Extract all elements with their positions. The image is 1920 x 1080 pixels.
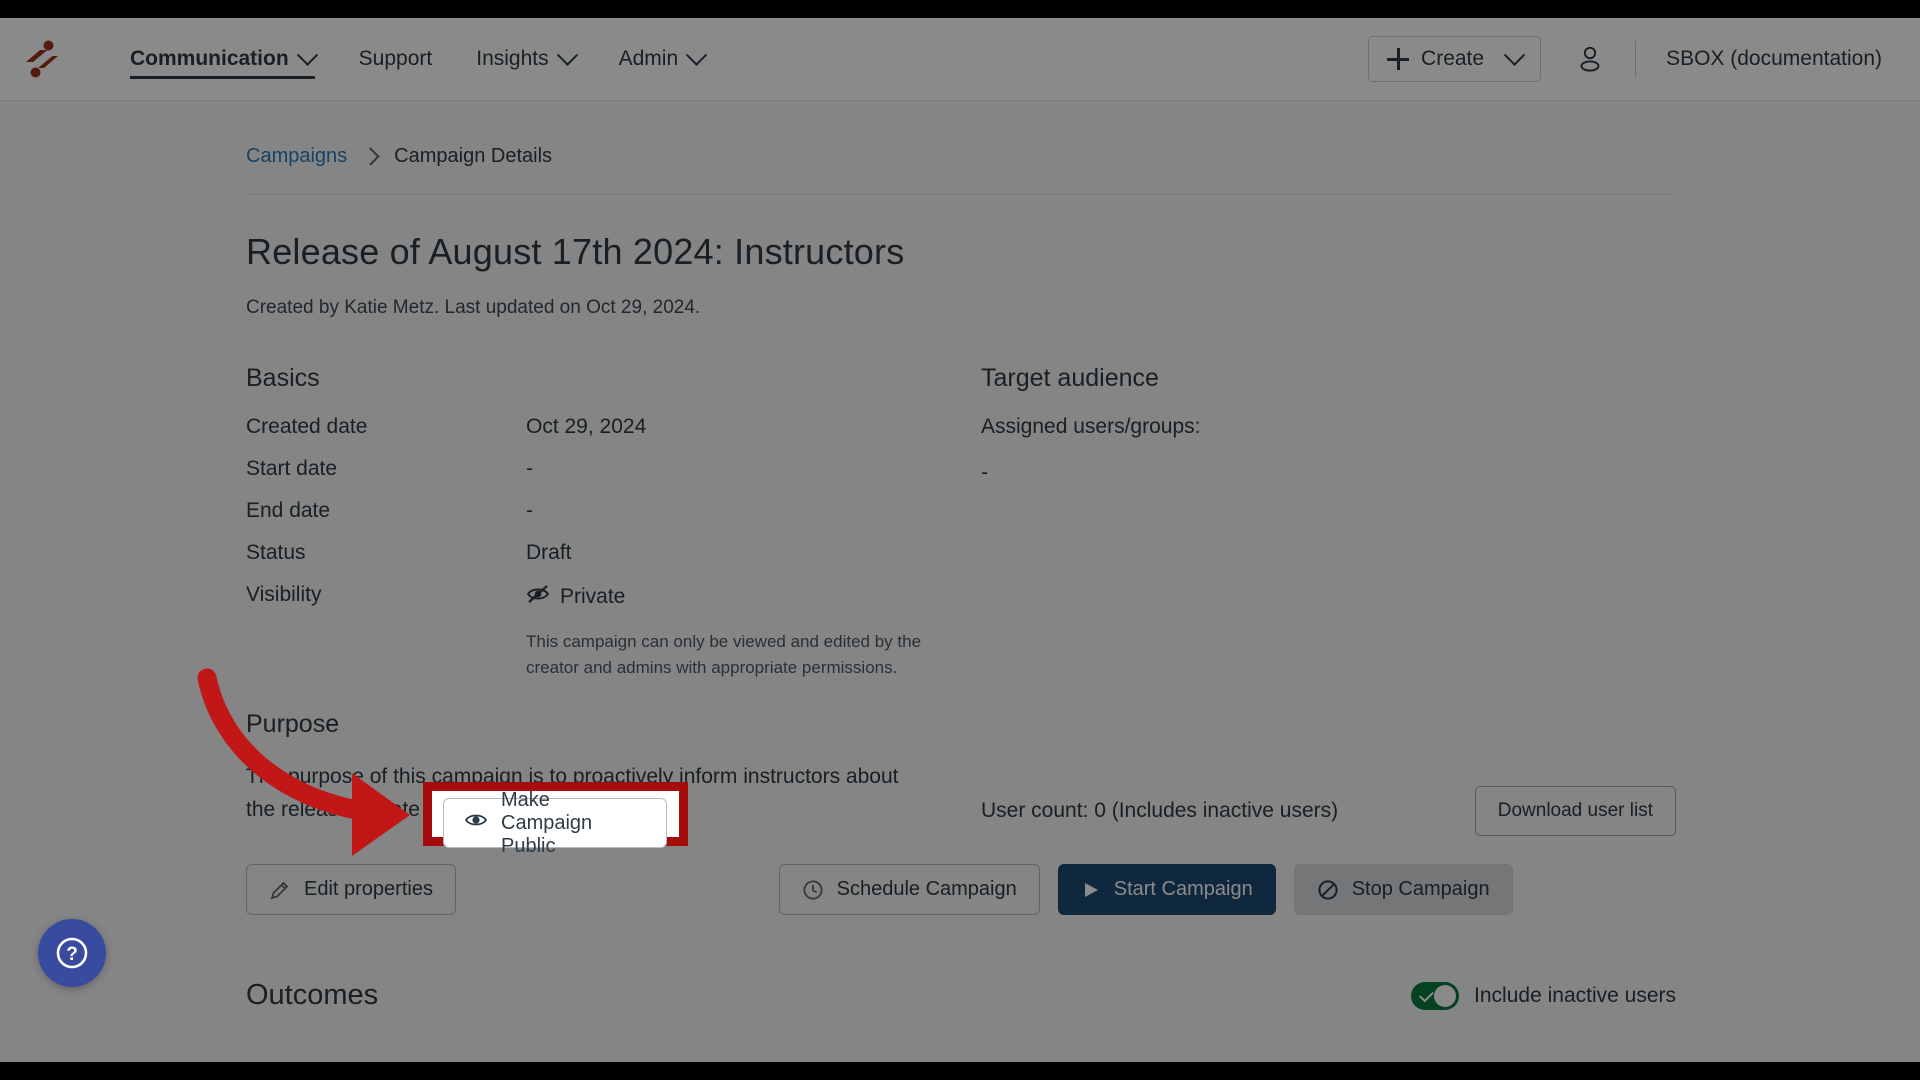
browser-viewport: Communication Support Insights Admin Cre… — [0, 18, 1920, 1062]
start-campaign-button[interactable]: Start Campaign — [1057, 864, 1276, 916]
row-label: Created date — [246, 415, 368, 439]
outcomes-heading: Outcomes — [246, 979, 379, 1012]
header-divider — [246, 194, 1676, 195]
basics-column: Basics Created date Oct 29, 2024 Start d… — [246, 364, 981, 680]
content-column: Campaigns Campaign Details Release of Au… — [246, 101, 1676, 1062]
toggle-switch[interactable] — [1411, 981, 1460, 1010]
instructure-logo-icon[interactable] — [4, 37, 80, 81]
button-label: Start Campaign — [1113, 878, 1253, 901]
row-end-date: End date - — [246, 499, 981, 523]
row-value: - — [526, 457, 533, 481]
nav-item-support[interactable]: Support — [337, 18, 455, 101]
assigned-users-label: Assigned users/groups: — [981, 415, 1201, 439]
chevron-down-icon — [1503, 44, 1526, 66]
account-name-label: SBOX (documentation) — [1666, 47, 1882, 70]
nav-divider — [1635, 41, 1637, 77]
basics-heading: Basics — [246, 364, 320, 393]
chevron-right-icon — [361, 147, 380, 166]
plus-icon — [1387, 48, 1410, 70]
breadcrumb-current: Campaign Details — [394, 145, 553, 167]
target-audience-heading: Target audience — [981, 364, 1159, 393]
visibility-value: Private — [560, 585, 626, 609]
nav-item-insights[interactable]: Insights — [454, 18, 596, 101]
play-icon — [1081, 880, 1101, 900]
button-label: Make Campaign Public — [501, 788, 593, 857]
page-subtitle: Created by Katie Metz. Last updated on O… — [246, 297, 701, 319]
letterbox-bottom — [0, 1062, 1920, 1080]
toggle-knob — [1434, 984, 1457, 1007]
help-button[interactable]: ? — [38, 919, 106, 987]
assigned-users-value: - — [981, 461, 988, 485]
button-label: Schedule Campaign — [836, 878, 1017, 901]
eye-slash-icon — [526, 583, 550, 611]
chevron-down-icon — [686, 44, 708, 66]
nav-item-admin[interactable]: Admin — [597, 18, 727, 101]
nav-item-communication[interactable]: Communication — [108, 18, 337, 101]
eye-icon — [464, 810, 488, 836]
row-created-date: Created date Oct 29, 2024 — [246, 415, 981, 439]
user-count-label: User count: 0 (Includes inactive users) — [981, 799, 1339, 823]
page-body: Campaigns Campaign Details Release of Au… — [0, 101, 1920, 1062]
question-mark-icon: ? — [56, 937, 88, 969]
page-title: Release of August 17th 2024: Instructors — [246, 231, 905, 272]
button-label: Stop Campaign — [1351, 878, 1490, 901]
row-value: - — [526, 499, 533, 523]
user-count-row: User count: 0 (Includes inactive users) … — [981, 786, 1676, 837]
row-value: Draft — [526, 541, 572, 565]
create-button-label: Create — [1421, 47, 1485, 70]
stop-campaign-button[interactable]: Stop Campaign — [1293, 864, 1513, 916]
row-label: End date — [246, 499, 331, 523]
breadcrumb: Campaigns Campaign Details — [246, 101, 1676, 168]
schedule-campaign-button[interactable]: Schedule Campaign — [778, 864, 1040, 916]
download-user-list-button[interactable]: Download user list — [1474, 786, 1676, 837]
row-label: Start date — [246, 457, 338, 481]
user-icon[interactable] — [1575, 44, 1605, 74]
nav-item-label: Support — [358, 47, 433, 70]
main-nav-items: Communication Support Insights Admin — [108, 18, 726, 101]
chevron-down-icon — [556, 44, 578, 66]
top-navigation-bar: Communication Support Insights Admin Cre… — [0, 18, 1920, 101]
row-value: Oct 29, 2024 — [526, 415, 647, 439]
row-status: Status Draft — [246, 541, 981, 565]
purpose-heading: Purpose — [246, 710, 340, 739]
create-button[interactable]: Create — [1368, 36, 1542, 82]
check-icon — [1419, 987, 1434, 1003]
edit-properties-button[interactable]: Edit properties — [246, 864, 456, 916]
clock-icon — [802, 879, 824, 901]
user-count-column: User count: 0 (Includes inactive users) … — [981, 710, 1676, 837]
campaign-action-buttons: Edit properties Make Campaign Public — [246, 864, 1676, 916]
info-section: Basics Created date Oct 29, 2024 Start d… — [246, 364, 1676, 680]
svg-text:?: ? — [66, 944, 78, 965]
pencil-icon — [269, 879, 291, 901]
nav-item-label: Communication — [130, 47, 289, 70]
make-campaign-public-button[interactable]: Make Campaign Public — [443, 789, 667, 857]
row-value-group: Private — [526, 583, 981, 611]
target-audience-column: Target audience Assigned users/groups: - — [981, 364, 1676, 680]
letterbox-top — [0, 0, 1920, 18]
breadcrumb-link-campaigns[interactable]: Campaigns — [246, 145, 347, 168]
toggle-label: Include inactive users — [1474, 983, 1676, 1007]
row-label: Visibility — [246, 583, 322, 607]
screenshot-root: Communication Support Insights Admin Cre… — [0, 0, 1920, 1080]
row-visibility: Visibility Private — [246, 583, 981, 611]
no-entry-icon — [1317, 879, 1339, 901]
nav-item-label: Insights — [476, 47, 549, 70]
include-inactive-users-toggle[interactable]: Include inactive users — [1411, 981, 1676, 1010]
row-start-date: Start date - — [246, 457, 981, 481]
chevron-down-icon — [296, 44, 318, 66]
row-label: Status — [246, 541, 306, 565]
nav-right-group: Create SBOX (documentation) — [1368, 36, 1920, 82]
outcomes-header: Outcomes Include inactive users — [246, 955, 1676, 1036]
nav-item-label: Admin — [618, 47, 679, 70]
visibility-note: This campaign can only be viewed and edi… — [526, 632, 922, 677]
button-label: Edit properties — [304, 878, 433, 901]
